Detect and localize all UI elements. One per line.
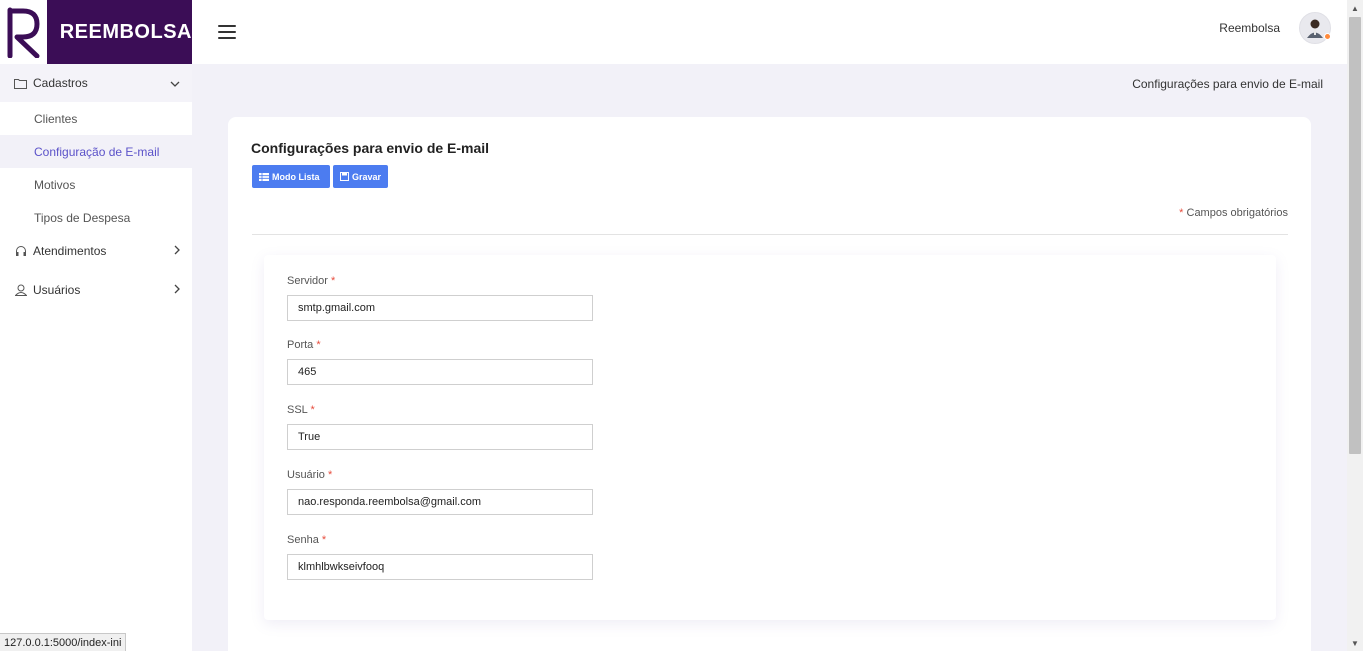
headphones-icon	[14, 245, 27, 258]
brand-name: REEMBOLSA	[59, 20, 192, 43]
sidebar-group-atendimentos[interactable]: Atendimentos	[0, 234, 192, 268]
sidebar-item-motivos[interactable]: Motivos	[0, 168, 192, 201]
servidor-input[interactable]	[287, 295, 593, 321]
scroll-thumb[interactable]	[1349, 17, 1361, 454]
list-mode-button[interactable]: Modo Lista	[252, 165, 330, 188]
brand-header[interactable]: REEMBOLSA	[0, 0, 192, 64]
status-url: 127.0.0.1:5000/index-ini	[0, 633, 127, 651]
avatar-icon	[1307, 19, 1323, 38]
list-mode-label: Modo Lista	[272, 171, 320, 182]
ssl-input[interactable]	[287, 424, 593, 450]
scroll-down-icon[interactable]: ▼	[1347, 635, 1363, 651]
submenu-cadastros: Clientes Configuração de E-mail Motivos …	[0, 102, 192, 234]
sidebar-group-label: Usuários	[33, 283, 81, 297]
senha-input[interactable]	[287, 554, 593, 580]
sidebar-group-usuarios[interactable]: Usuários	[0, 268, 192, 312]
chevron-right-icon	[174, 283, 180, 297]
sidebar: REEMBOLSA Cadastros Clientes Configuraçã…	[0, 0, 192, 651]
field-servidor: Servidor *	[287, 275, 593, 321]
sidebar-group-cadastros[interactable]: Cadastros	[0, 64, 192, 102]
usuario-input[interactable]	[287, 489, 593, 515]
folder-icon	[14, 77, 27, 90]
field-usuario: Usuário *	[287, 469, 593, 515]
save-icon	[340, 172, 349, 181]
ssl-label: SSL	[287, 404, 308, 416]
breadcrumb: Configurações para envio de E-mail	[1132, 77, 1323, 91]
usuario-label: Usuário	[287, 469, 325, 481]
page-title: Configurações para envio de E-mail	[251, 140, 490, 156]
status-dot	[1324, 33, 1331, 40]
sidebar-group-label: Atendimentos	[33, 244, 107, 258]
sidebar-item-configuracao-email[interactable]: Configuração de E-mail	[0, 135, 192, 168]
sidebar-group-label: Cadastros	[33, 76, 88, 90]
user-name[interactable]: Reembolsa	[1219, 21, 1280, 35]
required-note: * Campos obrigatórios	[1179, 207, 1288, 219]
field-ssl: SSL *	[287, 404, 593, 450]
brand-logo	[0, 0, 47, 64]
porta-input[interactable]	[287, 359, 593, 385]
save-button[interactable]: Gravar	[333, 165, 388, 188]
hamburger-menu-icon[interactable]	[218, 25, 236, 39]
page-scrollbar[interactable]: ▲ ▼	[1347, 0, 1363, 651]
avatar[interactable]	[1299, 12, 1331, 44]
field-porta: Porta *	[287, 339, 593, 385]
sidebar-item-clientes[interactable]: Clientes	[0, 102, 192, 135]
email-form: Servidor * Porta * SSL * Usuário * Senha…	[264, 255, 1276, 620]
servidor-label: Servidor	[287, 275, 328, 287]
chevron-down-icon	[170, 76, 180, 90]
logo-r-icon	[7, 7, 40, 58]
senha-label: Senha	[287, 534, 319, 546]
field-senha: Senha *	[287, 534, 593, 580]
scroll-up-icon[interactable]: ▲	[1347, 0, 1363, 16]
topbar: Reembolsa	[192, 0, 1347, 64]
divider	[252, 234, 1288, 235]
email-config-card: Configurações para envio de E-mail Modo …	[228, 117, 1311, 651]
porta-label: Porta	[287, 339, 314, 351]
sidebar-item-tipos-despesa[interactable]: Tipos de Despesa	[0, 201, 192, 234]
user-icon	[14, 284, 27, 297]
list-icon	[259, 172, 269, 181]
chevron-right-icon	[174, 244, 180, 258]
save-label: Gravar	[351, 171, 381, 182]
